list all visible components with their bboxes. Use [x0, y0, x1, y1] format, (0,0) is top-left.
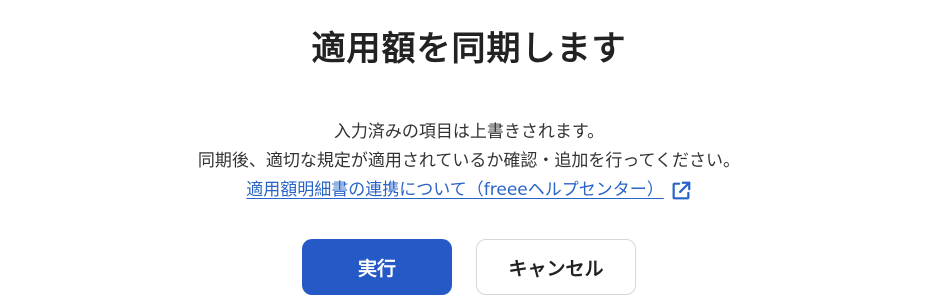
- external-link-icon: [672, 181, 691, 199]
- dialog-title: 適用額を同期します: [311, 29, 627, 69]
- message-line-1: 入力済みの項目は上書きされます。: [333, 122, 605, 142]
- sync-dialog: 適用額を同期します 入力済みの項目は上書きされます。 同期後、適切な規定が適用さ…: [0, 0, 938, 306]
- dialog-message: 入力済みの項目は上書きされます。 同期後、適切な規定が適用されているか確認・追加…: [0, 118, 938, 205]
- help-link-label: 適用額明細書の連携について（freeeヘルプセンター）: [246, 180, 664, 200]
- help-link-row: 適用額明細書の連携について（freeeヘルプセンター）: [0, 176, 938, 205]
- cancel-button[interactable]: キャンセル: [476, 239, 636, 295]
- execute-button[interactable]: 実行: [302, 239, 452, 295]
- dialog-actions: 実行 キャンセル: [0, 239, 938, 295]
- help-center-link[interactable]: 適用額明細書の連携について（freeeヘルプセンター）: [246, 176, 691, 205]
- message-line-2: 同期後、適切な規定が適用されているか確認・追加を行ってください。: [197, 151, 741, 171]
